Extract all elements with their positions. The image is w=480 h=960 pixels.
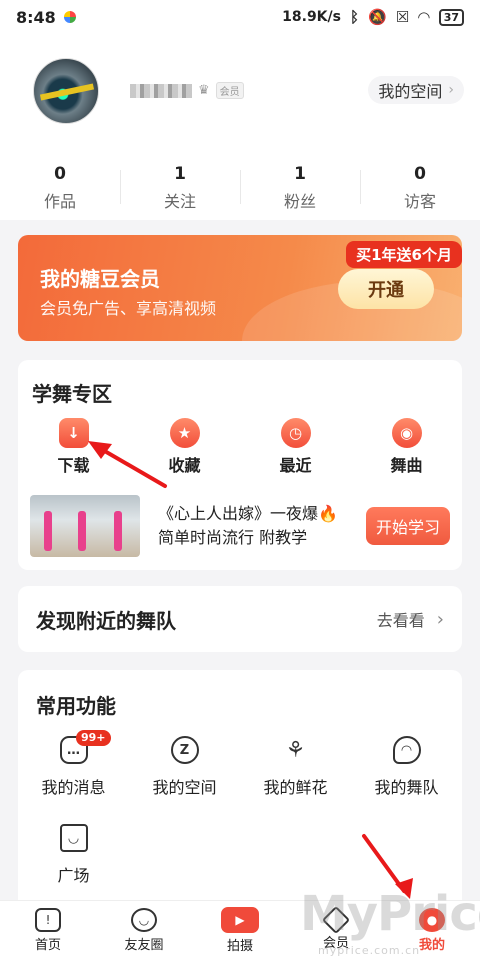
- common-functions-grid: … 99+ 我的消息 Z 我的空间 ⚘ 我的鲜花 ◠ 我的舞队 ◡ 广场: [18, 730, 462, 912]
- stat-label: 粉丝: [283, 192, 316, 211]
- nav-label: 我的: [418, 938, 445, 953]
- message-count-badge: 99+: [76, 730, 111, 746]
- stats-row: 0 作品 1 关注 1 粉丝 0 访客: [0, 164, 480, 212]
- func-my-team[interactable]: ◠ 我的舞队: [351, 736, 462, 824]
- func-square[interactable]: ◡ 广场: [18, 824, 129, 912]
- nav-vip[interactable]: 会员: [288, 901, 384, 960]
- my-space-button[interactable]: 我的空间 ›: [368, 76, 464, 104]
- bluetooth-icon: ᛒ: [349, 8, 359, 26]
- stat-num: 0: [54, 164, 66, 184]
- my-space-label: 我的空间: [378, 82, 443, 101]
- user-icon: ●: [419, 908, 445, 932]
- func-my-flowers[interactable]: ⚘ 我的鲜花: [240, 736, 351, 824]
- dance-promo-row[interactable]: 《心上人出嫁》一夜爆🔥 简单时尚流行 附教学 开始学习: [30, 494, 450, 558]
- smile-icon: ◡: [131, 908, 157, 932]
- func-label: 我的鲜花: [263, 778, 328, 797]
- no-sim-icon: ☒: [395, 8, 410, 26]
- status-right: 18.9K/s ᛒ 🔕 ☒ ◠ 37: [282, 8, 464, 26]
- stat-visitors[interactable]: 0 访客: [360, 164, 480, 212]
- stat-label: 关注: [163, 192, 196, 211]
- nav-home[interactable]: ! 首页: [0, 901, 96, 960]
- net-speed: 18.9K/s: [282, 9, 341, 25]
- vip-banner[interactable]: 我的糖豆会员 会员免广告、享高清视频 买1年送6个月 开通: [18, 235, 462, 341]
- nav-friends[interactable]: ◡ 友友圈: [96, 901, 192, 960]
- clock-icon: ◷: [280, 418, 311, 448]
- avatar[interactable]: [33, 58, 99, 124]
- func-label: 我的舞队: [374, 778, 439, 797]
- nickname[interactable]: ♛ 会员: [130, 82, 244, 99]
- dance-item-recent[interactable]: ◷ 最近: [240, 418, 351, 476]
- func-label: 广场: [57, 866, 90, 885]
- nav-label: 友友圈: [124, 938, 164, 953]
- battery-icon: 37: [438, 8, 464, 26]
- star-icon: ★: [169, 418, 200, 448]
- dance-promo-line2: 简单时尚流行 附教学: [158, 528, 308, 547]
- dance-item-label: 收藏: [168, 456, 201, 475]
- dance-item-download[interactable]: ↓ 下载: [18, 418, 129, 476]
- func-label: 我的消息: [41, 778, 106, 797]
- chevron-right-icon: ›: [448, 82, 454, 98]
- dance-item-label: 下载: [57, 456, 90, 475]
- mute-icon: 🔕: [368, 8, 387, 26]
- status-time: 8:48: [16, 7, 56, 27]
- dance-zone-title: 学舞专区: [32, 382, 112, 406]
- profile-header: ♛ 会员 我的空间 › 0 作品 1 关注 1 粉丝 0 访客: [0, 34, 480, 220]
- stat-following[interactable]: 1 关注: [120, 164, 240, 212]
- vip-subtitle: 会员免广告、享高清视频: [40, 299, 217, 318]
- stat-works[interactable]: 0 作品: [0, 164, 120, 212]
- nav-shoot[interactable]: ▶ 拍摄: [192, 901, 288, 960]
- nearby-more-link[interactable]: 去看看 ›: [377, 607, 444, 631]
- func-label: 我的空间: [152, 778, 217, 797]
- app-notification-icon: [63, 11, 76, 23]
- diamond-icon: [321, 905, 351, 935]
- stat-label: 作品: [43, 192, 76, 211]
- nickname-blurred: [130, 83, 192, 98]
- func-my-space[interactable]: Z 我的空间: [129, 736, 240, 824]
- dance-promo-text: 《心上人出嫁》一夜爆🔥 简单时尚流行 附教学: [158, 502, 338, 550]
- nearby-teams-title: 发现附近的舞队: [36, 608, 176, 633]
- camera-icon: ▶: [221, 907, 259, 933]
- common-functions-card: 常用功能 … 99+ 我的消息 Z 我的空间 ⚘ 我的鲜花 ◠ 我的舞队 ◡ 广…: [18, 670, 462, 930]
- stat-fans[interactable]: 1 粉丝: [240, 164, 360, 212]
- dance-zone-card: 学舞专区 ↓ 下载 ★ 收藏 ◷ 最近 ◉ 舞曲 《心上人出嫁》一夜爆🔥 简单时…: [18, 360, 462, 570]
- dance-video-thumbnail[interactable]: [30, 495, 140, 557]
- common-functions-title: 常用功能: [36, 694, 116, 718]
- dance-zone-grid: ↓ 下载 ★ 收藏 ◷ 最近 ◉ 舞曲: [18, 418, 462, 476]
- dance-item-label: 最近: [279, 456, 312, 475]
- wifi-icon: ◠: [418, 8, 430, 26]
- stat-num: 1: [174, 164, 186, 184]
- nav-label: 会员: [322, 936, 349, 951]
- dance-item-label: 舞曲: [390, 456, 423, 475]
- team-icon: ◠: [392, 736, 421, 764]
- stat-num: 0: [414, 164, 426, 184]
- bottom-nav: ! 首页 ◡ 友友圈 ▶ 拍摄 会员 ● 我的: [0, 900, 480, 960]
- crown-icon: ♛: [198, 83, 210, 98]
- stat-label: 访客: [403, 192, 436, 211]
- vip-title: 我的糖豆会员: [40, 267, 160, 291]
- dance-promo-line1: 《心上人出嫁》一夜爆🔥: [158, 504, 338, 523]
- nearby-more-label: 去看看: [376, 611, 425, 630]
- space-icon: Z: [170, 736, 199, 764]
- vip-promo-badge: 买1年送6个月: [346, 241, 462, 268]
- start-learning-button[interactable]: 开始学习: [366, 507, 450, 545]
- vip-tag: 会员: [215, 82, 244, 99]
- vip-open-button[interactable]: 开通: [338, 269, 434, 309]
- chevron-right-icon: ›: [436, 608, 444, 630]
- nav-mine[interactable]: ● 我的: [384, 901, 480, 960]
- stat-num: 1: [294, 164, 306, 184]
- nav-label: 拍摄: [226, 939, 253, 954]
- dance-item-favorites[interactable]: ★ 收藏: [129, 418, 240, 476]
- dance-item-music[interactable]: ◉ 舞曲: [351, 418, 462, 476]
- music-disc-icon: ◉: [391, 418, 422, 448]
- status-bar: 8:48 18.9K/s ᛒ 🔕 ☒ ◠ 37: [0, 0, 480, 34]
- bag-icon: ◡: [59, 824, 88, 852]
- nearby-teams-card[interactable]: 发现附近的舞队 去看看 ›: [18, 586, 462, 652]
- nav-label: 首页: [34, 938, 61, 953]
- flower-icon: ⚘: [285, 737, 306, 763]
- home-icon: !: [35, 908, 61, 932]
- download-icon: ↓: [58, 418, 89, 448]
- func-my-messages[interactable]: … 99+ 我的消息: [18, 730, 129, 824]
